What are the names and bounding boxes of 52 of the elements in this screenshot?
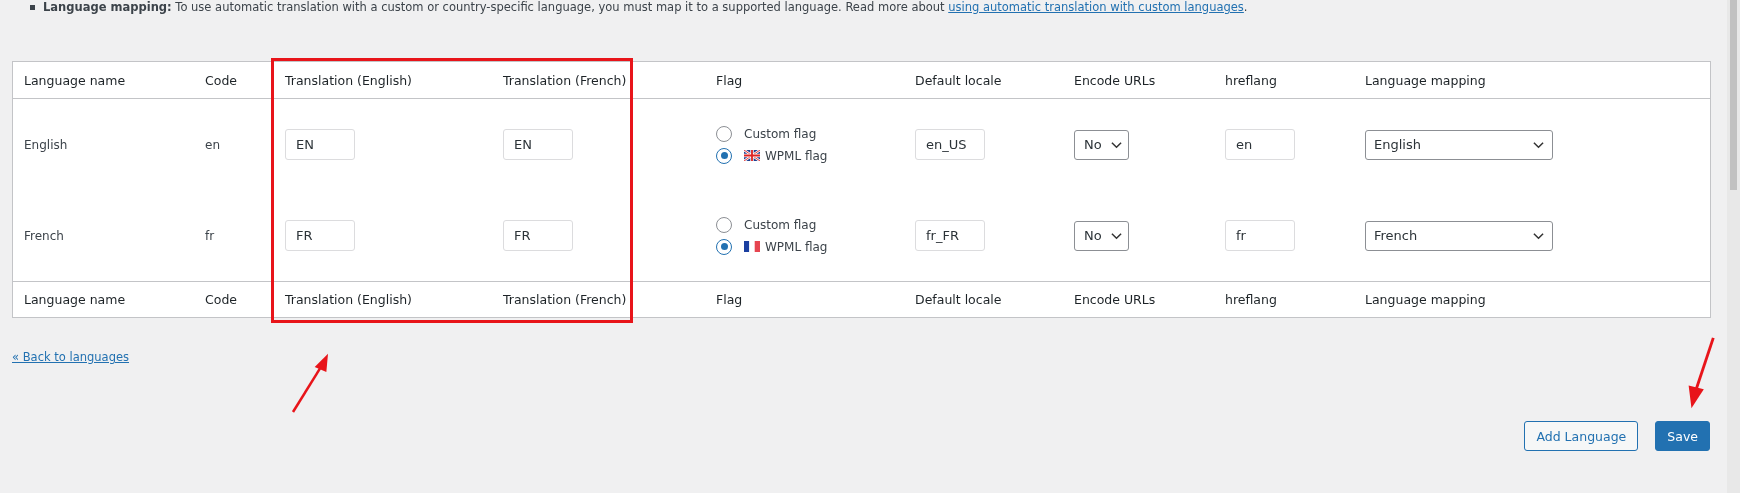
input-field[interactable]: FR: [503, 220, 573, 251]
column-header: Translation (French): [503, 72, 628, 88]
radio-label: Custom flag: [744, 126, 817, 141]
flag-icon: [744, 241, 760, 252]
input-field[interactable]: en_US: [915, 129, 985, 160]
column-footer: Language mapping: [1365, 292, 1710, 307]
radio-label: Custom flag: [744, 217, 817, 232]
column-header: Encode URLs: [1074, 72, 1157, 88]
column-footer: Translation (French): [503, 292, 716, 307]
dropdown[interactable]: No: [1074, 129, 1129, 160]
column-header: hreflang: [1225, 72, 1278, 88]
add-language-button[interactable]: Add Language: [1524, 421, 1639, 451]
bullet-icon: [30, 4, 35, 10]
input-field[interactable]: EN: [503, 129, 573, 160]
table-cell: English: [24, 137, 68, 152]
flag-icon: [744, 150, 760, 161]
scrollbar[interactable]: [1727, 0, 1740, 493]
column-footer: hreflang: [1225, 292, 1365, 307]
dropdown[interactable]: English: [1365, 129, 1553, 160]
input-field[interactable]: en: [1225, 129, 1295, 160]
chevron-icon: [1533, 140, 1544, 149]
chevron-icon: [1111, 231, 1122, 240]
help-link[interactable]: using automatic translation with custom languages: [948, 0, 1244, 14]
dropdown[interactable]: French: [1365, 220, 1553, 251]
chevron-icon: [1111, 140, 1122, 149]
radio-label: WPML flag: [765, 239, 828, 254]
save-button[interactable]: Save: [1655, 421, 1710, 451]
table-cell: French: [24, 228, 64, 243]
input-field[interactable]: fr_FR: [915, 220, 985, 251]
input-field[interactable]: EN: [285, 129, 355, 160]
table-cell: fr: [205, 228, 215, 243]
column-header: Translation (English): [285, 72, 413, 88]
input-field[interactable]: fr: [1225, 220, 1295, 251]
column-header: Language name: [24, 72, 127, 88]
column-footer: Language name: [24, 292, 205, 307]
radio-label: WPML flag: [765, 148, 828, 163]
column-footer: Encode URLs: [1074, 292, 1225, 307]
column-footer: Flag: [716, 292, 915, 307]
column-header: Default locale: [915, 72, 1003, 88]
column-header: Flag: [716, 72, 744, 88]
column-header: Code: [205, 72, 238, 88]
scrollbar-thumb[interactable]: [1730, 0, 1737, 190]
back-link[interactable]: « Back to languages: [12, 350, 129, 364]
column-footer: Code: [205, 292, 285, 307]
notice-text: Language mapping: To use automatic translation with a custom or country-specific language, you must map it to a supported language. Read more about using automatic translation with custom languages.: [43, 0, 1248, 14]
table-cell: en: [205, 137, 220, 152]
column-header: Language mapping: [1365, 72, 1487, 88]
input-field[interactable]: FR: [285, 220, 355, 251]
column-footer: Default locale: [915, 292, 1074, 307]
column-footer: Translation (English): [285, 292, 503, 307]
chevron-icon: [1533, 231, 1544, 240]
dropdown[interactable]: No: [1074, 220, 1129, 251]
